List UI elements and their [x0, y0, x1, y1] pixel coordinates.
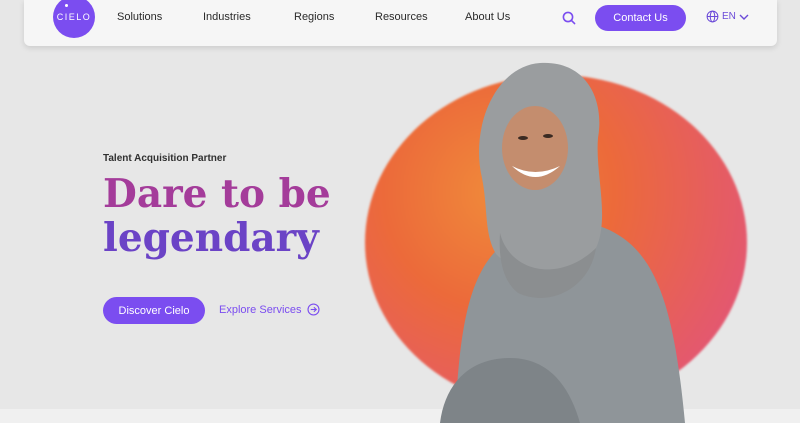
- headline-line-1: Dare to be: [103, 171, 331, 217]
- globe-icon: [706, 10, 719, 23]
- language-selector[interactable]: EN: [706, 10, 749, 23]
- nav-item-regions[interactable]: Regions: [294, 11, 334, 23]
- language-code: EN: [722, 11, 736, 22]
- headline-line-2: legendary: [103, 215, 319, 261]
- hero-person-image: [440, 62, 685, 423]
- contact-us-button[interactable]: Contact Us: [595, 5, 686, 31]
- cielo-logo[interactable]: CIELO: [53, 0, 95, 38]
- nav-item-solutions[interactable]: Solutions: [117, 11, 162, 23]
- search-icon[interactable]: [561, 10, 577, 26]
- nav-item-industries[interactable]: Industries: [203, 11, 251, 23]
- hero-eyebrow: Talent Acquisition Partner: [103, 153, 227, 164]
- nav-item-resources[interactable]: Resources: [375, 11, 428, 23]
- logo-text: CIELO: [56, 12, 92, 22]
- hero-headline: Dare to be legendary: [103, 172, 383, 260]
- logo-dot: [65, 4, 68, 7]
- chevron-down-icon: [739, 14, 749, 20]
- arrow-right-circle-icon: [307, 303, 320, 316]
- explore-services-label: Explore Services: [219, 303, 302, 316]
- top-navigation: CIELO Solutions Industries Regions Resou…: [24, 0, 777, 46]
- nav-item-about-us[interactable]: About Us: [465, 11, 510, 23]
- discover-cielo-button[interactable]: Discover Cielo: [103, 297, 205, 324]
- explore-services-link[interactable]: Explore Services: [219, 303, 320, 316]
